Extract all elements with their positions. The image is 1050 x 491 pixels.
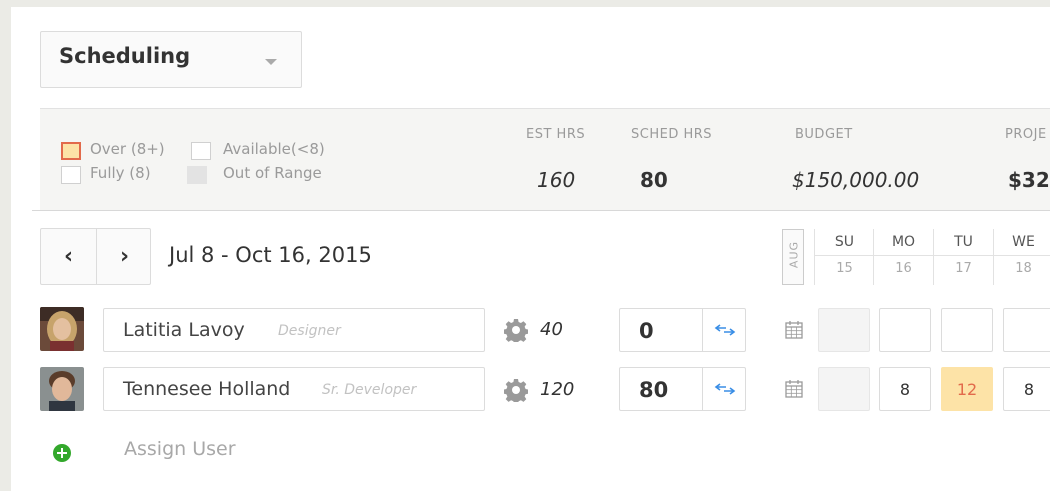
scheduled-hours-value: 0 [639, 319, 654, 343]
day-separator [874, 255, 933, 256]
scheduling-panel: Scheduling Over (8+) Available(<8) Fully… [11, 7, 1050, 491]
calendar-icon[interactable] [784, 379, 804, 399]
add-user-icon[interactable] [53, 444, 71, 462]
legend-fully-label: Fully (8) [90, 164, 151, 182]
day-number: 16 [895, 261, 912, 276]
date-range-label: Jul 8 - Oct 16, 2015 [169, 243, 372, 267]
stats-bar: Over (8+) Available(<8) Fully (8) Out of… [40, 108, 1050, 211]
day-column-wed: WE 18 [993, 229, 1050, 285]
day-cell[interactable] [879, 308, 931, 352]
day-name: TU [954, 234, 973, 250]
user-est-hours: 120 [540, 379, 575, 400]
prev-range-button[interactable]: ‹ [41, 229, 96, 284]
day-separator [815, 255, 874, 256]
legend-available-swatch [191, 142, 211, 160]
day-cell[interactable]: 8 [879, 367, 931, 411]
scheduled-hours-field[interactable]: 80 [619, 367, 746, 411]
field-separator [702, 309, 703, 351]
gear-icon[interactable] [504, 378, 528, 402]
day-column-mon: MO 16 [873, 229, 933, 285]
date-nav: ‹ › [40, 228, 151, 285]
day-cell[interactable]: 8 [1003, 367, 1050, 411]
projected-label: PROJE [1005, 127, 1047, 142]
user-role: Sr. Developer [322, 382, 417, 398]
month-label: AUG [787, 240, 801, 269]
view-select-label: Scheduling [59, 44, 191, 68]
avatar [40, 367, 84, 411]
sched-hrs-label: SCHED HRS [631, 127, 713, 142]
budget-label: BUDGET [795, 127, 853, 142]
day-cell [818, 367, 870, 411]
user-field-tennesee[interactable]: Tennesee Holland Sr. Developer [103, 367, 485, 411]
day-number: 15 [836, 261, 853, 276]
user-role: Designer [278, 323, 341, 339]
day-number: 18 [1015, 261, 1032, 276]
est-hrs-label: EST HRS [526, 127, 586, 142]
projected-value: $32 [1008, 168, 1050, 192]
next-range-button[interactable]: › [97, 229, 152, 284]
field-separator [702, 368, 703, 410]
day-number: 17 [955, 261, 972, 276]
swap-arrows-icon[interactable] [713, 381, 737, 397]
day-column-tue: TU 17 [933, 229, 993, 285]
day-column-sun: SU 15 [814, 229, 874, 285]
chevron-right-icon: › [119, 244, 130, 269]
legend-available-label: Available(<8) [223, 140, 325, 158]
budget-value: $150,000.00 [792, 168, 920, 192]
legend-fully-swatch [61, 166, 81, 184]
avatar [40, 307, 84, 351]
day-cell[interactable] [1003, 308, 1050, 352]
assign-user-button[interactable]: Assign User [124, 438, 236, 460]
day-name: MO [891, 234, 916, 250]
scheduled-hours-field[interactable]: 0 [619, 308, 746, 352]
calendar-icon[interactable] [784, 320, 804, 340]
month-tag: AUG [782, 229, 804, 285]
legend-out-of-range-label: Out of Range [223, 164, 322, 182]
section-divider [32, 210, 1050, 211]
day-name: WE [1012, 234, 1035, 250]
user-name: Latitia Lavoy [123, 319, 245, 341]
sched-hrs-value: 80 [640, 168, 668, 192]
avatar-latitia-image [40, 307, 84, 351]
gear-icon[interactable] [504, 318, 528, 342]
day-cell[interactable]: 12 [941, 367, 993, 411]
day-name: SU [834, 234, 855, 250]
est-hrs-value: 160 [537, 168, 576, 192]
scheduled-hours-value: 80 [639, 378, 669, 402]
day-separator [934, 255, 993, 256]
view-select-dropdown[interactable]: Scheduling [40, 31, 302, 88]
day-separator [994, 255, 1050, 256]
avatar-tennesee-image [40, 367, 84, 411]
chevron-down-icon [265, 59, 277, 65]
day-cell[interactable] [941, 308, 993, 352]
day-cell [818, 308, 870, 352]
user-field-latitia[interactable]: Latitia Lavoy Designer [103, 308, 485, 352]
legend-over-label: Over (8+) [90, 140, 165, 158]
user-est-hours: 40 [540, 319, 563, 340]
legend-over-swatch [61, 142, 81, 160]
swap-arrows-icon[interactable] [713, 322, 737, 338]
chevron-left-icon: ‹ [63, 244, 74, 269]
user-name: Tennesee Holland [123, 378, 291, 400]
legend-out-of-range-swatch [187, 166, 207, 184]
